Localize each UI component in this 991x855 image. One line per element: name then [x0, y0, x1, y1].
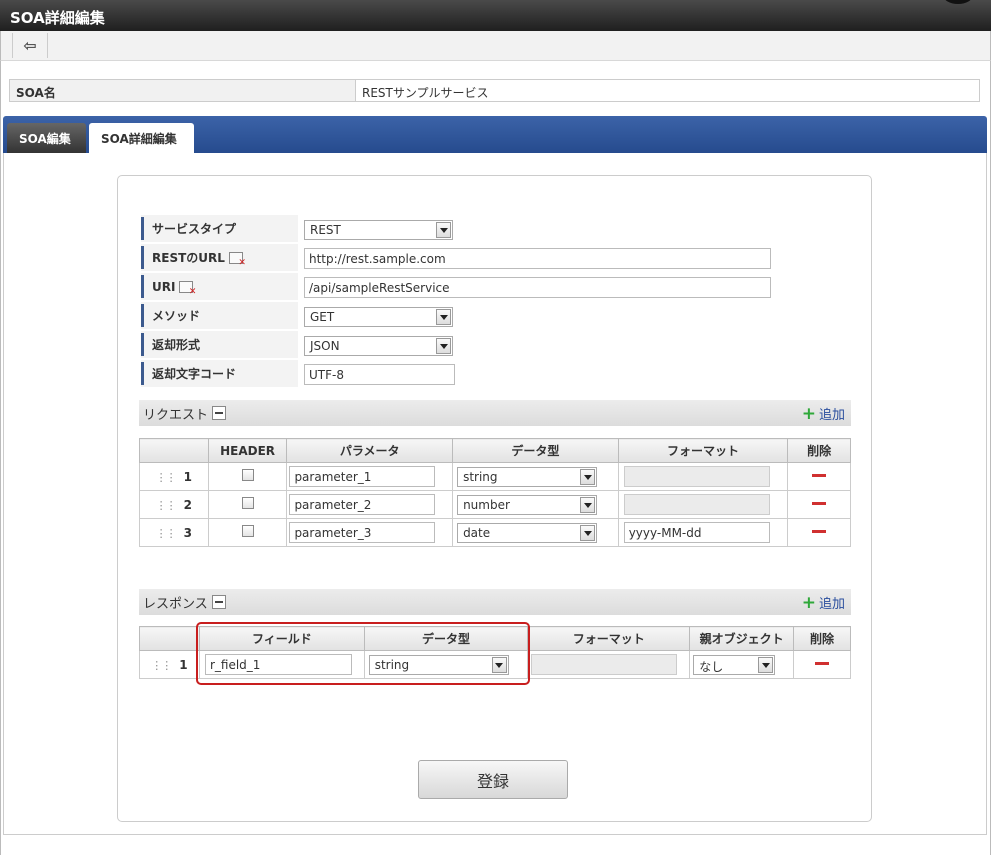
- delete-col: 削除: [793, 626, 851, 651]
- header-checkbox[interactable]: [241, 525, 254, 537]
- back-button[interactable]: ⇦: [12, 33, 48, 58]
- header-checkbox[interactable]: [241, 497, 254, 509]
- request-table: HEADER パラメータ データ型 フォーマット 削除 ⋮⋮ 1 paramete…: [139, 438, 851, 547]
- param-col: パラメータ: [286, 438, 454, 463]
- uri-input[interactable]: /api/sampleRestService: [304, 277, 771, 298]
- prop-row-return-charset: 返却文字コード UTF-8: [141, 360, 848, 387]
- soa-name-row: SOA名 RESTサンプルサービス: [9, 79, 980, 102]
- param-input[interactable]: parameter_1: [289, 466, 436, 487]
- param-input[interactable]: parameter_2: [289, 494, 436, 515]
- plus-icon: +: [801, 403, 816, 424]
- parent-select[interactable]: なし: [693, 655, 776, 675]
- delete-icon[interactable]: [812, 527, 827, 537]
- type-col: データ型: [452, 438, 619, 463]
- tab-bar: SOA編集 SOA詳細編集: [3, 116, 987, 153]
- chevron-down-icon: [436, 309, 451, 325]
- delete-col: 削除: [787, 438, 851, 463]
- clear-icon[interactable]: [228, 251, 246, 268]
- drag-handle-icon[interactable]: ⋮⋮: [156, 527, 177, 540]
- table-row: ⋮⋮ 2 parameter_2 number: [139, 490, 851, 519]
- submit-button[interactable]: 登録: [418, 760, 568, 799]
- method-label: メソッド: [141, 304, 294, 327]
- back-arrow-icon: ⇦: [23, 36, 37, 55]
- collapse-icon[interactable]: [211, 595, 226, 609]
- response-add-button[interactable]: + 追加: [802, 593, 845, 612]
- chevron-down-icon: [580, 469, 596, 485]
- chevron-down-icon: [580, 497, 596, 513]
- collapse-icon[interactable]: [212, 406, 227, 420]
- return-charset-input[interactable]: UTF-8: [304, 364, 455, 385]
- delete-icon[interactable]: [812, 471, 827, 481]
- plus-icon: +: [801, 592, 816, 613]
- prop-row-return-format: 返却形式 JSON: [141, 331, 848, 358]
- tab-soa-detail-edit[interactable]: SOA詳細編集: [89, 123, 194, 153]
- format-input[interactable]: [623, 494, 770, 515]
- type-select[interactable]: date: [457, 523, 598, 543]
- highlight-box: [196, 622, 530, 685]
- drag-handle-icon[interactable]: ⋮⋮: [151, 659, 172, 672]
- drag-handle-icon[interactable]: ⋮⋮: [156, 471, 177, 484]
- type-select[interactable]: string: [457, 467, 598, 487]
- window-title-bar: SOA詳細編集: [0, 0, 991, 31]
- return-format-label: 返却形式: [141, 333, 294, 356]
- chevron-down-icon: [436, 338, 451, 354]
- soa-name-label: SOA名: [10, 80, 356, 101]
- delete-icon[interactable]: [812, 499, 827, 509]
- toolbar: ⇦: [0, 31, 991, 61]
- format-input[interactable]: yyyy-MM-dd: [623, 522, 770, 543]
- service-type-select[interactable]: REST: [304, 220, 453, 240]
- return-charset-label: 返却文字コード: [141, 362, 294, 385]
- request-add-button[interactable]: + 追加: [802, 404, 845, 423]
- header-checkbox[interactable]: [241, 469, 254, 481]
- prop-row-uri: URI /api/sampleRestService: [141, 273, 848, 300]
- type-select[interactable]: number: [457, 495, 598, 515]
- response-section-header: レスポンス + 追加: [139, 589, 851, 615]
- format-col: フォーマット: [617, 438, 789, 463]
- page-title: SOA詳細編集: [10, 9, 105, 27]
- close-icon[interactable]: [943, 0, 973, 4]
- return-format-select[interactable]: JSON: [304, 336, 453, 356]
- service-type-label: サービスタイプ: [141, 217, 294, 240]
- format-input[interactable]: [623, 466, 770, 487]
- drag-handle-icon[interactable]: ⋮⋮: [156, 499, 177, 512]
- request-section-header: リクエスト + 追加: [139, 400, 851, 426]
- clear-icon[interactable]: [179, 280, 196, 297]
- prop-row-method: メソッド GET: [141, 302, 848, 329]
- prop-row-rest-url: RESTのURL http://rest.sample.com: [141, 244, 848, 271]
- uri-label: URI: [141, 275, 294, 298]
- table-row: ⋮⋮ 1 parameter_1 string: [139, 462, 851, 491]
- header-col: HEADER: [207, 438, 288, 463]
- format-input[interactable]: [531, 654, 678, 675]
- request-title: リクエスト: [143, 407, 209, 423]
- chevron-down-icon: [580, 525, 596, 541]
- chevron-down-icon: [758, 657, 774, 673]
- prop-row-service-type: サービスタイプ REST: [141, 215, 848, 242]
- delete-icon[interactable]: [815, 659, 830, 669]
- param-input[interactable]: parameter_3: [289, 522, 436, 543]
- method-select[interactable]: GET: [304, 307, 453, 327]
- table-row: ⋮⋮ 3 parameter_3 date yyyy-MM-dd: [139, 518, 851, 547]
- soa-name-value: RESTサンプルサービス: [362, 86, 489, 100]
- response-title: レスポンス: [143, 596, 208, 612]
- rest-url-input[interactable]: http://rest.sample.com: [304, 248, 771, 269]
- tab-soa-edit[interactable]: SOA編集: [7, 123, 86, 153]
- parent-col: 親オブジェクト: [689, 626, 795, 651]
- format-col: フォーマット: [527, 626, 691, 651]
- chevron-down-icon: [436, 222, 451, 238]
- rest-url-label: RESTのURL: [141, 246, 294, 269]
